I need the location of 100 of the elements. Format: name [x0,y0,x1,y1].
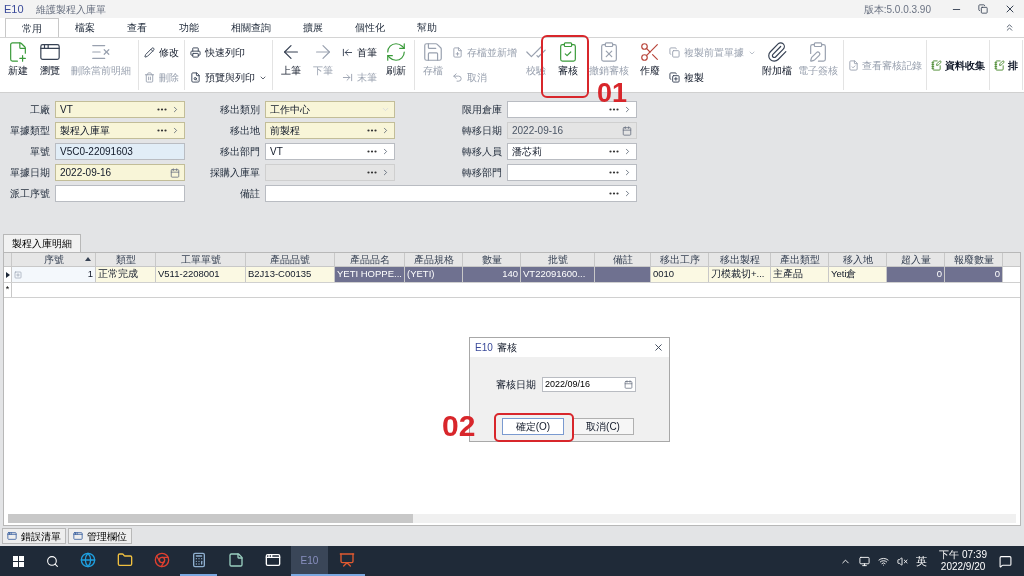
toolbar-button[interactable]: 上筆 [276,40,306,90]
printer-icon [190,47,201,58]
input-field[interactable] [265,185,637,202]
panel-tab[interactable]: 管理欄位 [68,528,132,544]
column-header[interactable]: 產品品名 [335,253,405,266]
more-icon[interactable] [367,150,377,153]
chevron-right-icon[interactable] [381,126,390,135]
column-header[interactable]: 超入量 [887,253,945,266]
input-field[interactable]: 工作中心 [265,101,395,118]
toolbar-button[interactable]: 附加檔 [760,40,794,90]
input-field[interactable]: VT [265,143,395,160]
column-header[interactable]: 數量 [463,253,521,266]
chevron-right-icon[interactable] [623,147,632,156]
ribbon-tab[interactable]: 擴展 [287,18,339,37]
input-field[interactable] [55,185,185,202]
dialog-button[interactable]: 確定(O) [502,418,564,435]
input-field[interactable]: 製程入庫單 [55,122,185,139]
restore-icon[interactable] [978,4,988,14]
input-field[interactable] [507,101,637,118]
ribbon-tab[interactable]: 檔案 [59,18,111,37]
ribbon-tab[interactable]: 幫助 [401,18,453,37]
window-icon [39,41,61,63]
collapse-ribbon-icon[interactable] [1004,22,1015,33]
field-label: 單據類型 [9,124,50,138]
chevron-right-icon[interactable] [623,189,632,198]
notification-icon[interactable] [999,554,1012,568]
copy-plus-icon [669,72,680,83]
more-icon[interactable] [367,129,377,132]
ribbon-tab[interactable]: 常用 [5,18,59,37]
save-new-icon [452,47,463,58]
new-file-icon [7,41,29,63]
column-header[interactable]: 批號 [521,253,595,266]
table-cell: YETI HOPPE... [335,267,405,282]
calendar-icon[interactable] [170,167,180,178]
clipboard-pen-icon [807,41,829,63]
input-field[interactable]: 2022-09-16 [55,164,185,181]
toolbar-button[interactable]: 作廢 [635,40,665,90]
column-header[interactable]: 備註 [595,253,651,266]
panel-tab[interactable]: 錯誤清單 [2,528,66,544]
input-method-indicator[interactable]: 英 [916,552,928,570]
toolbar-button[interactable]: 刷新 [381,40,411,90]
column-header[interactable]: 移出工序 [651,253,709,266]
close-icon[interactable] [653,342,664,353]
horizontal-scrollbar[interactable] [8,514,1016,523]
toolbar-button[interactable]: 資料收集 [928,40,988,90]
window-title: 維護製程入庫單 [35,2,106,17]
column-header[interactable]: 產出類型 [771,253,829,266]
monitor-icon[interactable] [859,555,871,567]
calendar-icon[interactable] [624,380,633,389]
date-field[interactable]: 2022/09/16 [542,377,636,392]
toolbar-button[interactable]: 複製 [669,70,756,85]
ribbon-tab[interactable]: 個性化 [339,18,401,37]
network-icon[interactable] [878,555,890,567]
detail-tab[interactable]: 製程入庫明細 [3,234,81,252]
more-icon[interactable] [609,171,619,174]
toolbar-button[interactable]: 修改 [144,45,179,60]
dialog-button[interactable]: 取消(C) [572,418,634,435]
chevron-right-icon[interactable] [381,147,390,156]
column-header[interactable]: 產品品號 [246,253,335,266]
toolbar-button[interactable]: 瀏覽 [35,40,65,90]
refresh-icon [385,41,407,63]
notebook-pen-icon [994,59,1005,71]
input-field[interactable]: 潘芯莉 [507,143,637,160]
ribbon-tab[interactable]: 相關查詢 [215,18,287,37]
search-icon[interactable] [46,554,59,568]
column-header[interactable]: 產品規格 [405,253,463,266]
chevron-right-icon[interactable] [171,126,180,135]
toolbar-button[interactable]: 首筆 [342,45,377,60]
more-icon[interactable] [609,192,619,195]
column-header[interactable]: 工單單號 [156,253,246,266]
toolbar-button[interactable]: 排 [991,40,1021,90]
column-header[interactable]: 報廢數量 [945,253,1003,266]
column-header[interactable]: 類型 [96,253,156,266]
ribbon-tab[interactable]: 功能 [163,18,215,37]
toolbar-button[interactable]: 審核 [553,40,583,90]
chevron-right-icon[interactable] [623,105,632,114]
toolbar-button[interactable]: 預覽與列印 [190,70,267,85]
more-icon[interactable] [609,150,619,153]
input-field[interactable] [507,164,637,181]
chevron-right-icon[interactable] [171,105,180,114]
column-header[interactable]: 序號 [12,253,96,266]
close-icon[interactable] [1004,3,1016,15]
input-field[interactable]: 前製程 [265,122,395,139]
input-field[interactable]: V5C0-22091603 [55,143,185,160]
more-icon[interactable] [157,129,167,132]
clock-date[interactable]: 2022/9/20 [940,561,986,573]
input-field[interactable]: VT [55,101,185,118]
volume-muted-icon[interactable] [897,555,909,567]
toolbar-button[interactable]: 新建 [3,40,33,90]
column-header[interactable]: 移入地 [829,253,887,266]
more-icon[interactable] [157,108,167,111]
presentation-icon [338,552,355,568]
toolbar-button[interactable]: 快速列印 [190,45,267,60]
clock-time[interactable]: 下午 07:39 [939,549,987,561]
more-icon[interactable] [609,108,619,111]
column-header[interactable]: 移出製程 [709,253,771,266]
chevron-right-icon[interactable] [623,168,632,177]
dialog-title: 審核 [496,341,517,355]
app-logo: E10 [4,1,24,17]
ribbon-tab[interactable]: 查看 [111,18,163,37]
